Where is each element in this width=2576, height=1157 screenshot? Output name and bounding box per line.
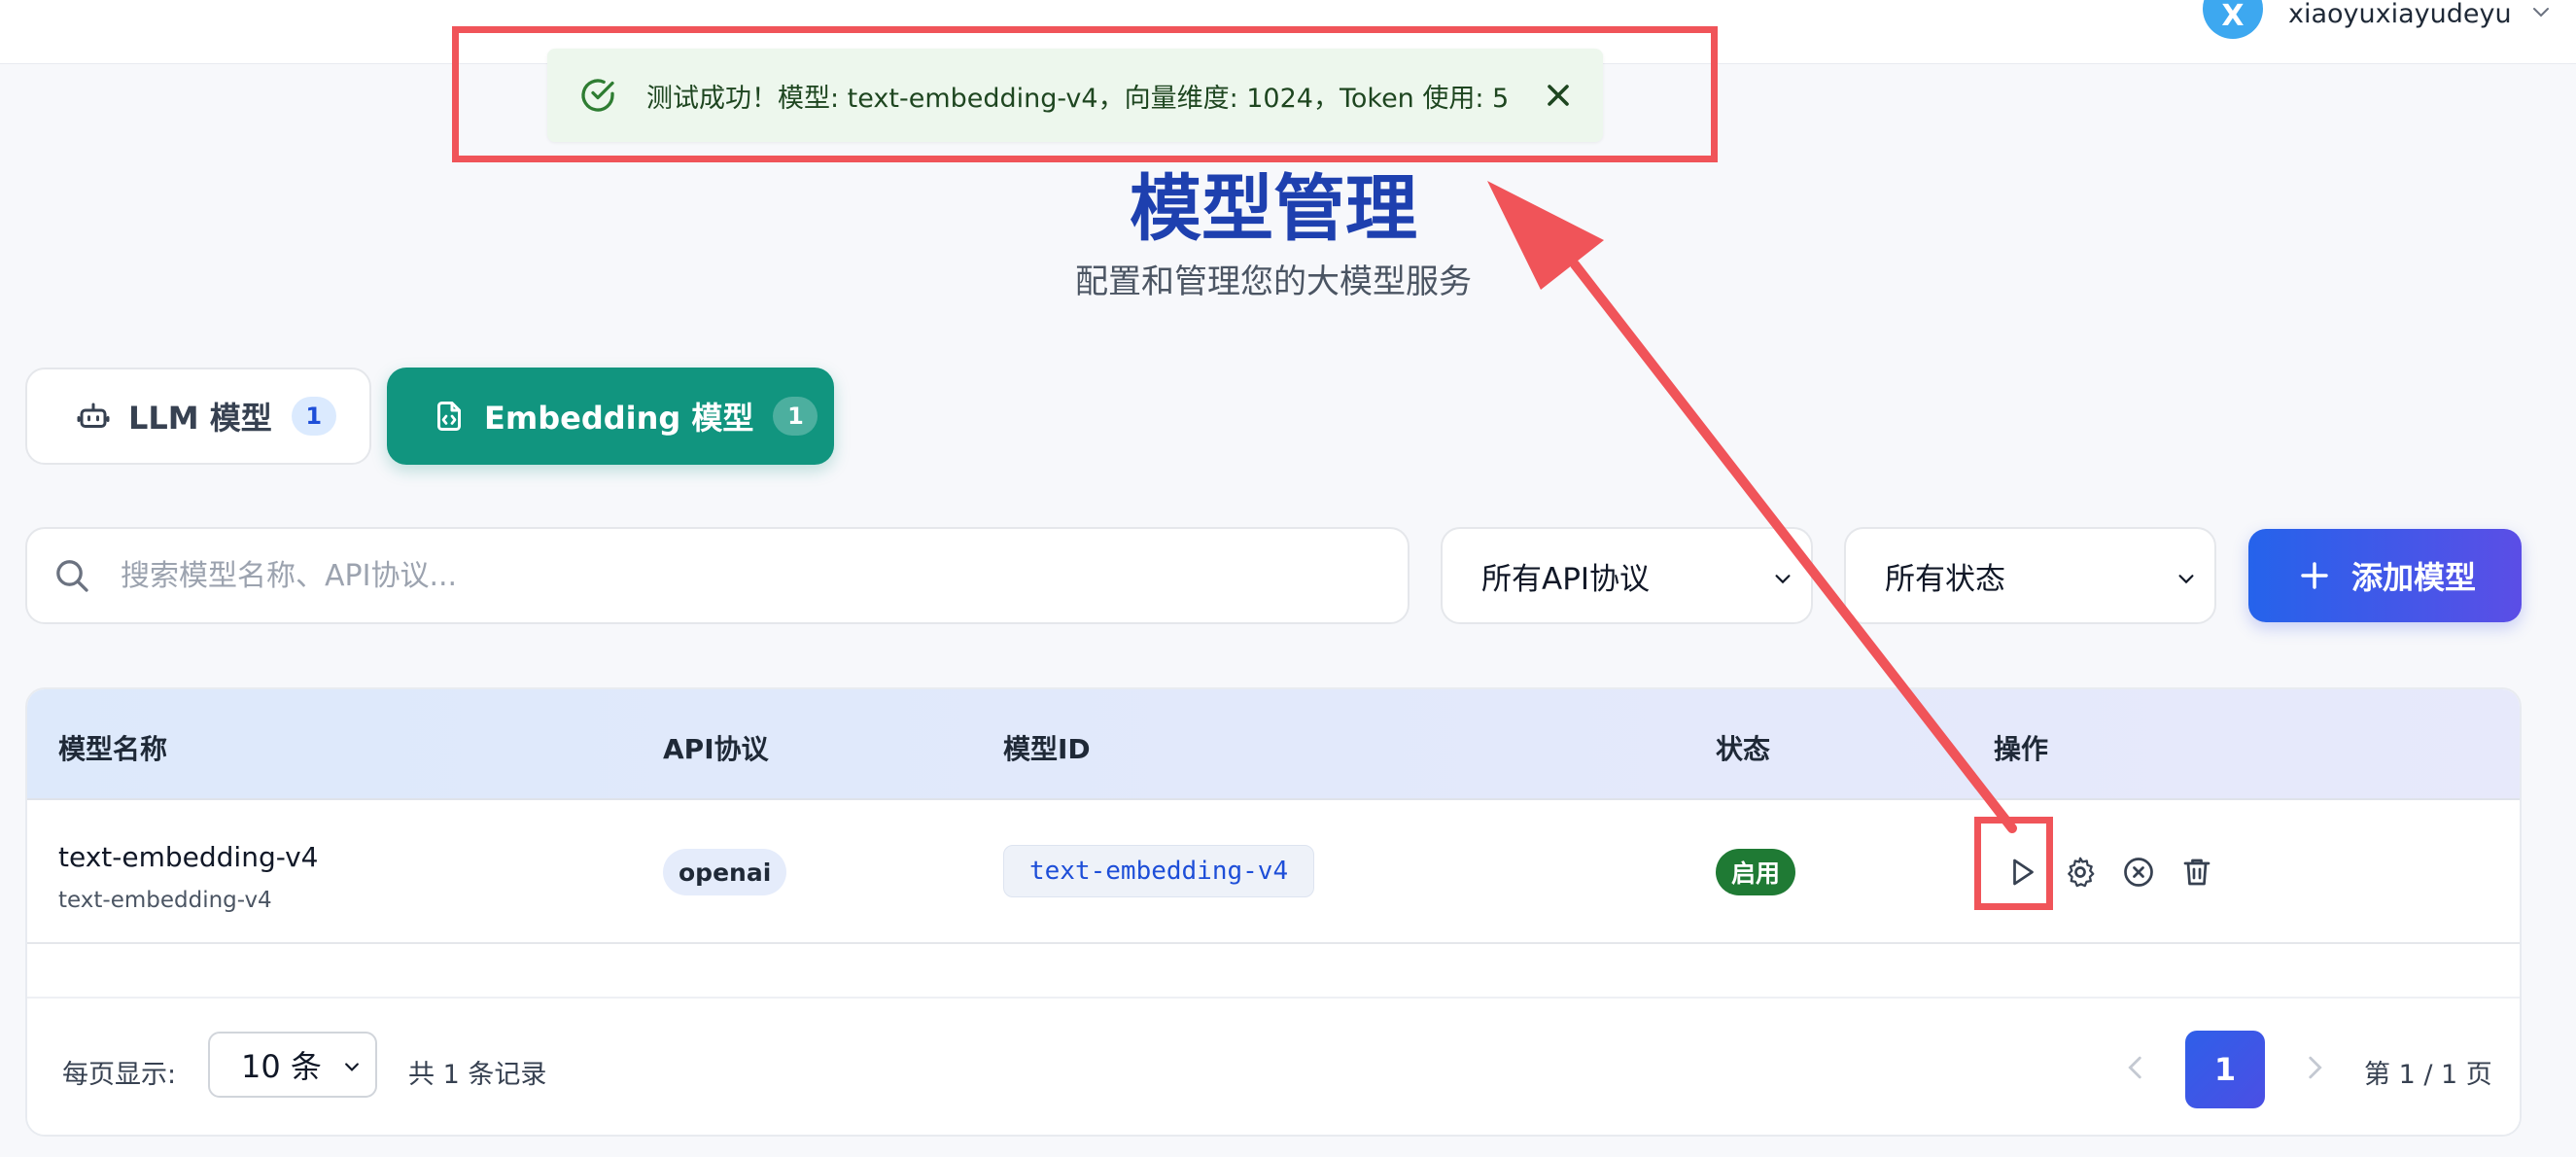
models-table: 模型名称 API协议 模型ID 状态 操作 text-embedding-v4 … [25,687,2522,1137]
model-name-sub: text-embedding-v4 [58,888,272,913]
model-name: text-embedding-v4 [58,841,319,873]
protocol-select-value: 所有API协议 [1481,561,1651,597]
search-icon [56,560,88,592]
table-footer: 每页显示: 10 条 共 1 条记录 1 第 1 / 1 页 [27,997,2520,1135]
chevron-down-icon [1775,575,1791,584]
trash-icon[interactable] [2179,855,2214,890]
add-model-label: 添加模型 [2351,559,2477,596]
circle-x-icon[interactable] [2121,855,2156,890]
status-badge: 启用 [1716,849,1796,895]
protocol-badge: openai [663,849,787,895]
chevron-down-icon [2178,575,2194,584]
chevron-down-icon[interactable] [2529,0,2553,23]
page-info: 第 1 / 1 页 [2364,1060,2492,1090]
gear-icon[interactable] [2063,855,2098,890]
protocol-select[interactable]: 所有API协议 [1441,527,1813,624]
page-subtitle: 配置和管理您的大模型服务 [1075,263,1472,301]
tab-count-badge: 1 [773,397,818,436]
page-button-current[interactable]: 1 [2185,1031,2265,1108]
check-circle-icon [581,79,614,112]
column-header-protocol: API协议 [663,733,769,765]
user-menu[interactable]: X xiaoyuxiayudeyu [2203,0,2553,39]
robot-icon [77,403,110,428]
tab-label: LLM 模型 [128,400,272,437]
search-input[interactable] [121,558,1384,593]
tab-count-badge: 1 [291,397,336,436]
search-box[interactable] [25,527,1410,624]
tab-llm-models[interactable]: LLM 模型 1 [25,368,371,465]
avatar[interactable]: X [2203,0,2263,39]
file-code-icon [437,402,461,431]
column-header-name: 模型名称 [58,733,168,765]
chevron-left-icon[interactable] [2119,1051,2152,1084]
success-toast: 测试成功！模型: text-embedding-v4，向量维度: 1024，To… [547,49,1603,142]
table-row: text-embedding-v4 text-embedding-v4 open… [27,800,2520,944]
toast-message: 测试成功！模型: text-embedding-v4，向量维度: 1024，To… [646,83,1510,114]
status-select-value: 所有状态 [1885,561,2005,597]
column-header-model-id: 模型ID [1003,733,1091,765]
plus-icon [2301,562,2328,589]
column-header-status: 状态 [1716,733,1771,765]
column-header-actions: 操作 [1994,733,2049,765]
table-header: 模型名称 API协议 模型ID 状态 操作 [27,689,2520,800]
model-id-badge: text-embedding-v4 [1003,845,1315,897]
add-model-button[interactable]: 添加模型 [2248,529,2522,622]
page-size-label: 每页显示: [62,1060,177,1090]
chevron-down-icon [345,1063,359,1071]
tab-embedding-models[interactable]: Embedding 模型 1 [387,368,834,465]
page-title: 模型管理 [1130,167,1417,251]
close-icon[interactable] [1541,78,1576,113]
page-size-value: 10 条 [241,1048,322,1085]
status-select[interactable]: 所有状态 [1844,527,2216,624]
play-icon[interactable] [2004,855,2039,890]
tab-label: Embedding 模型 [484,400,754,437]
chevron-right-icon[interactable] [2298,1051,2331,1084]
username[interactable]: xiaoyuxiayudeyu [2288,0,2512,29]
total-records: 共 1 条记录 [408,1060,547,1090]
page-size-select[interactable]: 10 条 [208,1032,377,1098]
